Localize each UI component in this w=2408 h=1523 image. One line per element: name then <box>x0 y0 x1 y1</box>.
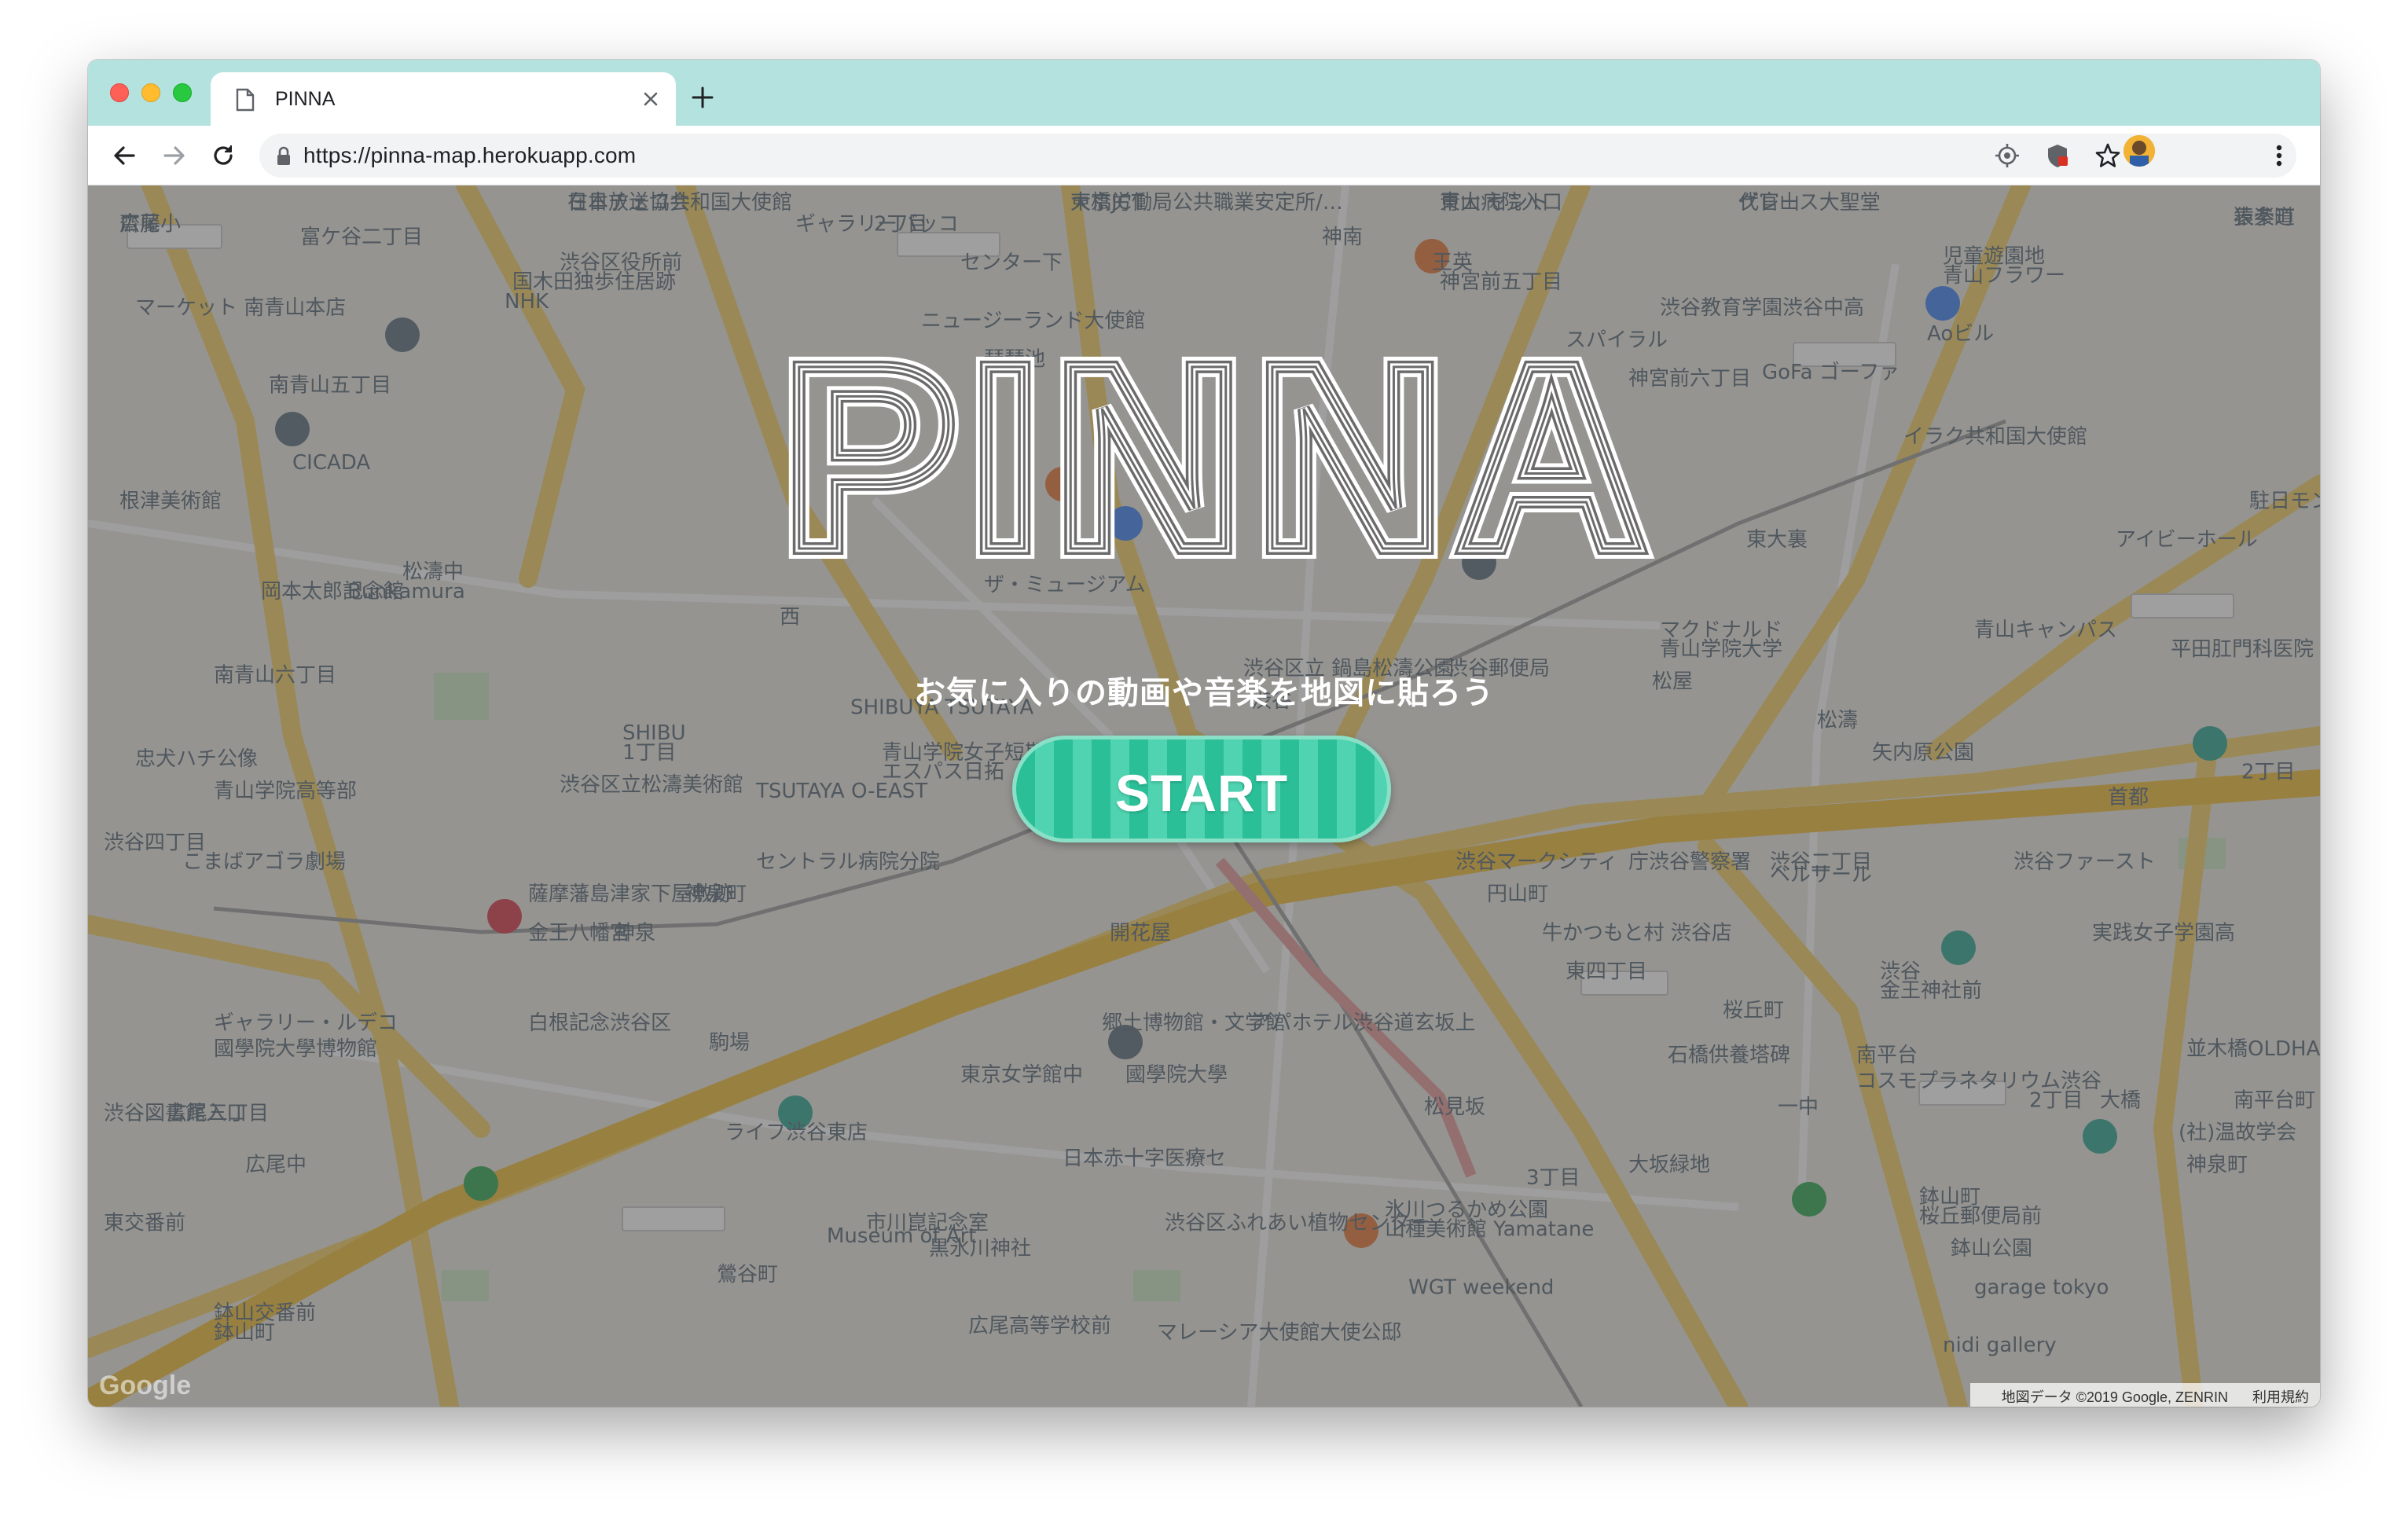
terms-link[interactable]: 利用規約 <box>2252 1389 2309 1405</box>
new-tab-icon[interactable] <box>688 83 717 112</box>
tab-strip: PINNA <box>88 60 2320 126</box>
tagline: お気に入りの動画や音楽を地図に貼ろう <box>914 675 1494 711</box>
back-arrow-icon[interactable] <box>108 140 140 171</box>
page-icon <box>236 88 255 112</box>
url-text: https://pinna-map.herokuapp.com <box>303 143 637 167</box>
menu-dots-icon[interactable] <box>2271 140 2287 171</box>
tab-title: PINNA <box>275 88 336 110</box>
start-label: START <box>1114 764 1289 822</box>
start-button[interactable]: START <box>1012 736 1391 842</box>
attribution-text: 地図データ ©2019 Google, ZENRIN <box>2001 1389 2228 1405</box>
browser-toolbar: https://pinna-map.herokuapp.com <box>88 126 2320 185</box>
pinna-logo: PINNA PINNA PINNA PINNA <box>771 343 1657 563</box>
minimize-window-button[interactable] <box>141 83 160 102</box>
address-bar[interactable]: https://pinna-map.herokuapp.com <box>259 134 2296 178</box>
shield-extension-icon[interactable] <box>2043 141 2072 170</box>
zoom-window-button[interactable] <box>173 83 192 102</box>
close-tab-icon[interactable] <box>638 86 663 112</box>
google-logo: Google <box>99 1371 192 1400</box>
bookmark-star-icon[interactable] <box>2094 141 2122 170</box>
forward-arrow-icon[interactable] <box>159 140 190 171</box>
map-attribution: 地図データ ©2019 Google, ZENRIN 利用規約 <box>1969 1383 2320 1407</box>
profile-avatar[interactable] <box>2124 135 2155 167</box>
avatar-icon <box>2124 135 2155 167</box>
lock-icon[interactable] <box>275 146 292 167</box>
reload-icon[interactable] <box>207 140 239 171</box>
page-viewport: 日本放送協会東京労働局公共職業安定所/…青山 セントグレース大聖堂表参道齋藤富ケ… <box>88 185 2320 1407</box>
browser-window: PINNA https://pinna-map.herokuapp.com PI… <box>88 60 2320 1407</box>
close-window-button[interactable] <box>110 83 129 102</box>
tab-pinna[interactable]: PINNA <box>211 72 676 126</box>
location-target-icon[interactable] <box>1993 141 2021 170</box>
svg-text:PINNA: PINNA <box>781 343 1657 563</box>
